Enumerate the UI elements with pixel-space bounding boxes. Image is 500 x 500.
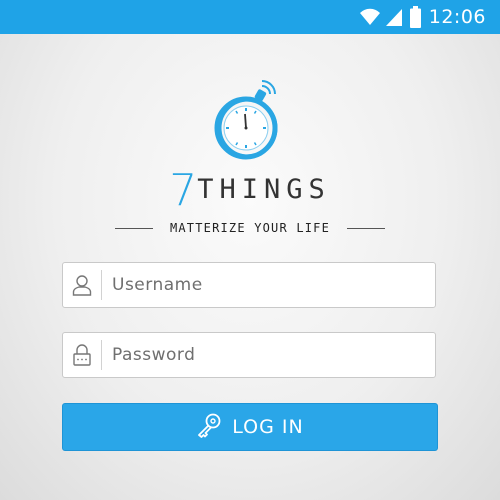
divider: [115, 227, 153, 229]
brand-word: THINGS: [197, 174, 331, 205]
tagline-row: MATTERIZE YOUR LIFE: [115, 219, 385, 237]
brand-number: 7: [169, 165, 198, 216]
password-input[interactable]: [102, 334, 435, 376]
wifi-icon: [358, 7, 382, 27]
signal-icon: [384, 7, 404, 27]
lock-icon: [63, 340, 102, 370]
status-icons: 12:06: [358, 5, 486, 29]
user-icon: [63, 270, 102, 300]
password-field[interactable]: [62, 332, 436, 378]
brand-name: 7THINGS: [0, 165, 500, 216]
username-field[interactable]: [62, 262, 436, 308]
tagline: MATTERIZE YOUR LIFE: [169, 221, 331, 235]
key-icon: [196, 412, 222, 442]
stopwatch-icon: [212, 80, 288, 166]
login-label: LOG IN: [232, 416, 304, 438]
divider: [346, 227, 385, 229]
login-button[interactable]: LOG IN: [62, 403, 438, 451]
status-bar: 12:06: [0, 0, 500, 34]
username-input[interactable]: [102, 264, 435, 306]
status-time: 12:06: [428, 6, 486, 28]
battery-icon: [409, 6, 421, 28]
